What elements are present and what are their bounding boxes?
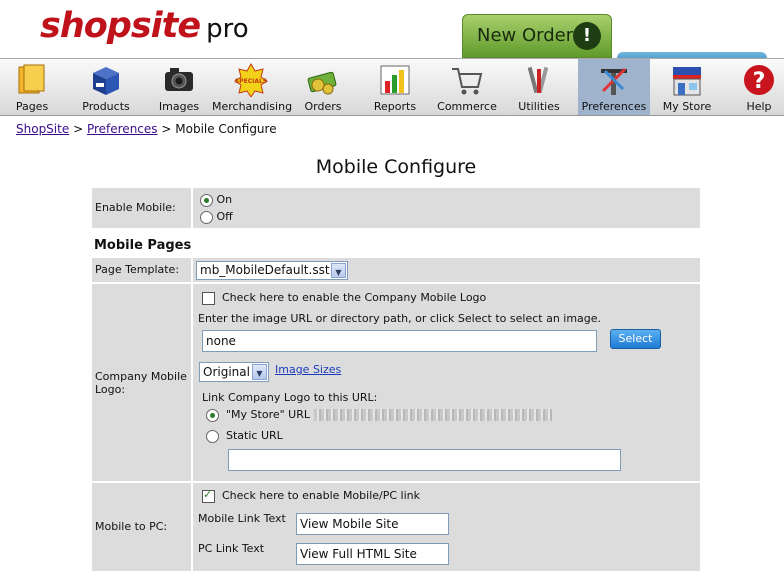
new-order-label: New Order (477, 25, 574, 46)
company-logo-checkbox[interactable] (202, 291, 215, 305)
mobile-pc-checkbox[interactable] (202, 488, 215, 503)
breadcrumb-current: Mobile Configure (175, 122, 277, 136)
exclamation-icon: ! (573, 22, 601, 50)
money-icon (307, 71, 337, 95)
logo-pro-text: pro (206, 14, 249, 44)
toolbar-item-utilities[interactable]: Utilities (508, 59, 570, 115)
static-url-input[interactable] (228, 449, 621, 471)
help-icon: ? (744, 65, 774, 95)
toolbar-label: My Store (662, 100, 712, 113)
link-logo-label: Link Company Logo to this URL: (202, 391, 378, 404)
page-template-value: mb_MobileDefault.sst (200, 263, 330, 277)
mobile-to-pc-label: Mobile to PC: (92, 483, 191, 571)
mobile-to-pc-cell: Check here to enable Mobile/PC link Mobi… (193, 483, 700, 571)
toolbar-label: Help (746, 100, 772, 113)
company-logo-enable[interactable]: Check here to enable the Company Mobile … (202, 291, 486, 305)
toolbar-item-preferences[interactable]: Preferences (578, 59, 650, 115)
company-logo-enable-text: Check here to enable the Company Mobile … (222, 291, 487, 304)
toolbar-item-my-store[interactable]: My Store (658, 59, 716, 115)
toolbar-item-pages[interactable]: Pages (0, 59, 64, 115)
on-radio[interactable] (200, 193, 213, 207)
products-icon (93, 67, 119, 95)
page-title: Mobile Configure (315, 156, 477, 178)
main-toolbar: Pages Products Images SPECIALS Merchandi… (0, 58, 784, 116)
toolbar-item-reports[interactable]: Reports (362, 59, 428, 115)
logo-shopsite-text: shopsite (40, 6, 201, 46)
enable-mobile-options: On Off (193, 188, 700, 228)
preferences-icon (601, 67, 627, 95)
static-url-label: Static URL (226, 429, 283, 442)
reports-icon (380, 65, 410, 95)
toolbar-item-products[interactable]: Products (70, 59, 142, 115)
toolbar-item-help[interactable]: ? Help (734, 59, 784, 115)
off-radio[interactable] (200, 210, 213, 224)
image-size-select[interactable]: Original ▼ (199, 362, 269, 382)
my-store-url-label: "My Store" URL (226, 408, 311, 421)
static-url-option[interactable]: Static URL (206, 429, 283, 443)
toolbar-item-orders[interactable]: Orders (296, 59, 350, 115)
section-mobile-pages: Mobile Pages (94, 238, 192, 253)
select-image-button[interactable]: Select (610, 329, 661, 349)
enable-mobile-on-option[interactable]: On (200, 193, 232, 207)
off-radio-label: Off (216, 210, 233, 223)
mobile-link-text-input[interactable]: View Mobile Site (296, 513, 449, 535)
specials-badge-text: SPECIALS (235, 78, 267, 85)
static-url-radio[interactable] (206, 429, 219, 443)
tools-icon (527, 66, 549, 94)
toolbar-item-merchandising[interactable]: SPECIALS Merchandising (212, 59, 293, 115)
new-order-button[interactable]: New Order ! (462, 14, 612, 58)
page-template-cell: mb_MobileDefault.sst ▼ (193, 258, 700, 282)
camera-icon (165, 68, 193, 91)
pc-link-text-input[interactable]: View Full HTML Site (296, 543, 449, 565)
breadcrumb-preferences-link[interactable]: Preferences (87, 122, 158, 136)
enable-mobile-off-option[interactable]: Off (200, 210, 233, 224)
toolbar-label: Products (82, 100, 130, 113)
my-store-url-option[interactable]: "My Store" URL (206, 408, 552, 422)
on-radio-label: On (216, 193, 233, 206)
toolbar-label: Images (158, 100, 200, 113)
toolbar-label: Commerce (437, 100, 497, 113)
toolbar-label: Pages (15, 100, 49, 113)
mobile-pc-enable-text: Check here to enable Mobile/PC link (222, 489, 420, 502)
mobile-pc-enable[interactable]: Check here to enable Mobile/PC link (202, 488, 420, 503)
toolbar-label: Merchandising (212, 100, 293, 113)
help-glyph: ? (753, 69, 766, 94)
image-size-value: Original (203, 365, 250, 379)
shopsite-logo[interactable]: shopsite pro (40, 6, 249, 46)
toolbar-item-commerce[interactable]: Commerce (436, 59, 498, 115)
toolbar-label: Utilities (518, 100, 560, 113)
toolbar-label: Reports (373, 100, 417, 113)
page-template-select[interactable]: mb_MobileDefault.sst ▼ (196, 261, 348, 280)
cart-icon (452, 68, 483, 95)
chevron-down-icon: ▼ (331, 263, 346, 278)
breadcrumb-shopsite-link[interactable]: ShopSite (16, 122, 69, 136)
company-logo-image-input[interactable]: none (202, 330, 597, 352)
pages-icon (18, 64, 45, 94)
specials-icon: SPECIALS (234, 63, 268, 97)
image-sizes-link[interactable]: Image Sizes (275, 363, 341, 376)
chevron-down-icon: ▼ (252, 364, 267, 380)
redacted-store-url (313, 409, 552, 421)
company-logo-label-cell: Company Mobile Logo: (92, 284, 191, 481)
breadcrumb-separator: > (73, 122, 84, 136)
company-logo-cell: Check here to enable the Company Mobile … (193, 284, 700, 481)
pc-link-text-label: PC Link Text (198, 542, 265, 555)
company-logo-label: Company Mobile Logo: (95, 370, 187, 396)
toolbar-label: Preferences (581, 100, 647, 113)
breadcrumb: ShopSite > Preferences > Mobile Configur… (16, 122, 277, 136)
company-logo-instructions: Enter the image URL or directory path, o… (198, 312, 602, 325)
store-icon (673, 67, 701, 96)
toolbar-item-images[interactable]: Images (150, 59, 208, 115)
enable-mobile-label: Enable Mobile: (92, 188, 191, 228)
mobile-link-text-label: Mobile Link Text (198, 512, 286, 525)
toolbar-label: Orders (304, 100, 342, 113)
breadcrumb-separator: > (161, 122, 172, 136)
my-store-url-radio[interactable] (206, 408, 219, 422)
page-template-label: Page Template: (92, 258, 191, 282)
